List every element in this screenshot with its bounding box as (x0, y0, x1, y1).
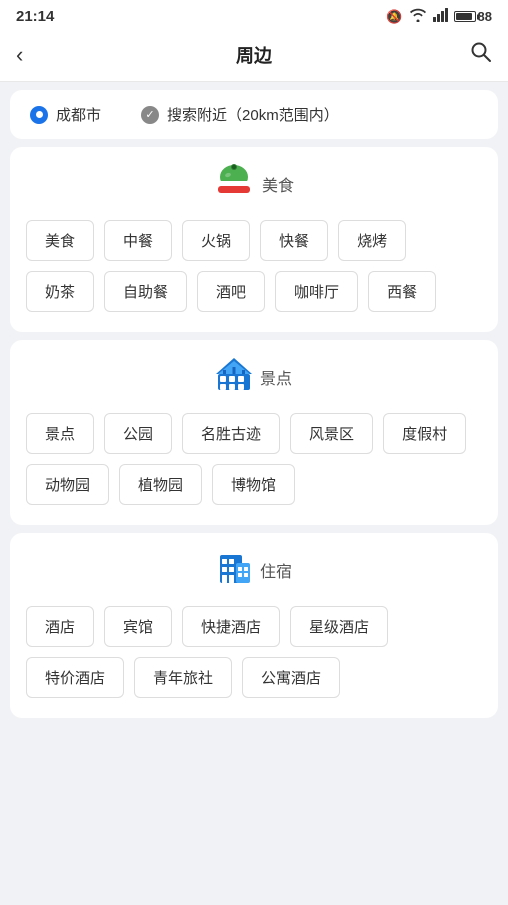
section-food: 美食美食中餐火锅快餐烧烤奶茶自助餐酒吧咖啡厅西餐 (10, 147, 498, 332)
tags-grid-scenic: 景点公园名胜古迹风景区度假村动物园植物园博物馆 (26, 413, 482, 505)
tag-food-6[interactable]: 自助餐 (104, 271, 187, 312)
section-header-food: 美食 (26, 163, 482, 204)
food-icon (214, 163, 254, 204)
section-scenic: 景点景点公园名胜古迹风景区度假村动物园植物园博物馆 (10, 340, 498, 525)
tag-food-5[interactable]: 奶茶 (26, 271, 94, 312)
tag-scenic-3[interactable]: 风景区 (290, 413, 373, 454)
scenic-icon (216, 356, 252, 397)
section-title-hotel: 住宿 (260, 558, 292, 582)
section-header-hotel: 住宿 (26, 549, 482, 590)
search-button[interactable] (452, 41, 492, 69)
page-title: 周边 (236, 42, 272, 68)
tag-scenic-0[interactable]: 景点 (26, 413, 94, 454)
location-bar: 成都市 ✓ 搜索附近（20km范围内） (10, 90, 498, 139)
tag-hotel-1[interactable]: 宾馆 (104, 606, 172, 647)
section-title-food: 美食 (262, 172, 294, 196)
tag-food-9[interactable]: 西餐 (368, 271, 436, 312)
tag-food-1[interactable]: 中餐 (104, 220, 172, 261)
nav-bar: ‹ 周边 (0, 31, 508, 82)
tags-grid-food: 美食中餐火锅快餐烧烤奶茶自助餐酒吧咖啡厅西餐 (26, 220, 482, 312)
signal-icon (433, 8, 448, 25)
status-time: 21:14 (16, 8, 54, 25)
tag-hotel-5[interactable]: 青年旅社 (134, 657, 232, 698)
tag-hotel-6[interactable]: 公寓酒店 (242, 657, 340, 698)
battery-indicator: 88 (454, 9, 492, 24)
tag-scenic-1[interactable]: 公园 (104, 413, 172, 454)
tag-hotel-2[interactable]: 快捷酒店 (182, 606, 280, 647)
tag-scenic-4[interactable]: 度假村 (383, 413, 466, 454)
tag-scenic-5[interactable]: 动物园 (26, 464, 109, 505)
tags-grid-hotel: 酒店宾馆快捷酒店星级酒店特价酒店青年旅社公寓酒店 (26, 606, 482, 698)
silent-icon: 🔕 (386, 9, 402, 25)
back-button[interactable]: ‹ (16, 42, 56, 68)
tag-hotel-4[interactable]: 特价酒店 (26, 657, 124, 698)
tag-scenic-2[interactable]: 名胜古迹 (182, 413, 280, 454)
section-hotel: 住宿酒店宾馆快捷酒店星级酒店特价酒店青年旅社公寓酒店 (10, 533, 498, 718)
tag-food-0[interactable]: 美食 (26, 220, 94, 261)
nearby-filter[interactable]: ✓ 搜索附近（20km范围内） (141, 104, 339, 125)
check-icon: ✓ (141, 106, 159, 124)
tag-food-3[interactable]: 快餐 (260, 220, 328, 261)
section-header-scenic: 景点 (26, 356, 482, 397)
city-location[interactable]: 成都市 (30, 104, 101, 125)
section-title-scenic: 景点 (260, 365, 292, 389)
status-bar: 21:14 🔕 88 (0, 0, 508, 31)
tag-food-7[interactable]: 酒吧 (197, 271, 265, 312)
tag-hotel-3[interactable]: 星级酒店 (290, 606, 388, 647)
tag-food-8[interactable]: 咖啡厅 (275, 271, 358, 312)
tag-hotel-0[interactable]: 酒店 (26, 606, 94, 647)
tag-scenic-7[interactable]: 博物馆 (212, 464, 295, 505)
tag-food-2[interactable]: 火锅 (182, 220, 250, 261)
tag-scenic-6[interactable]: 植物园 (119, 464, 202, 505)
hotel-icon (216, 549, 252, 590)
nearby-label: 搜索附近（20km范围内） (167, 104, 339, 125)
tag-food-4[interactable]: 烧烤 (338, 220, 406, 261)
city-name: 成都市 (56, 104, 101, 125)
status-icons: 🔕 88 (386, 8, 492, 25)
wifi-icon (409, 8, 427, 25)
location-pin-icon (30, 106, 48, 124)
